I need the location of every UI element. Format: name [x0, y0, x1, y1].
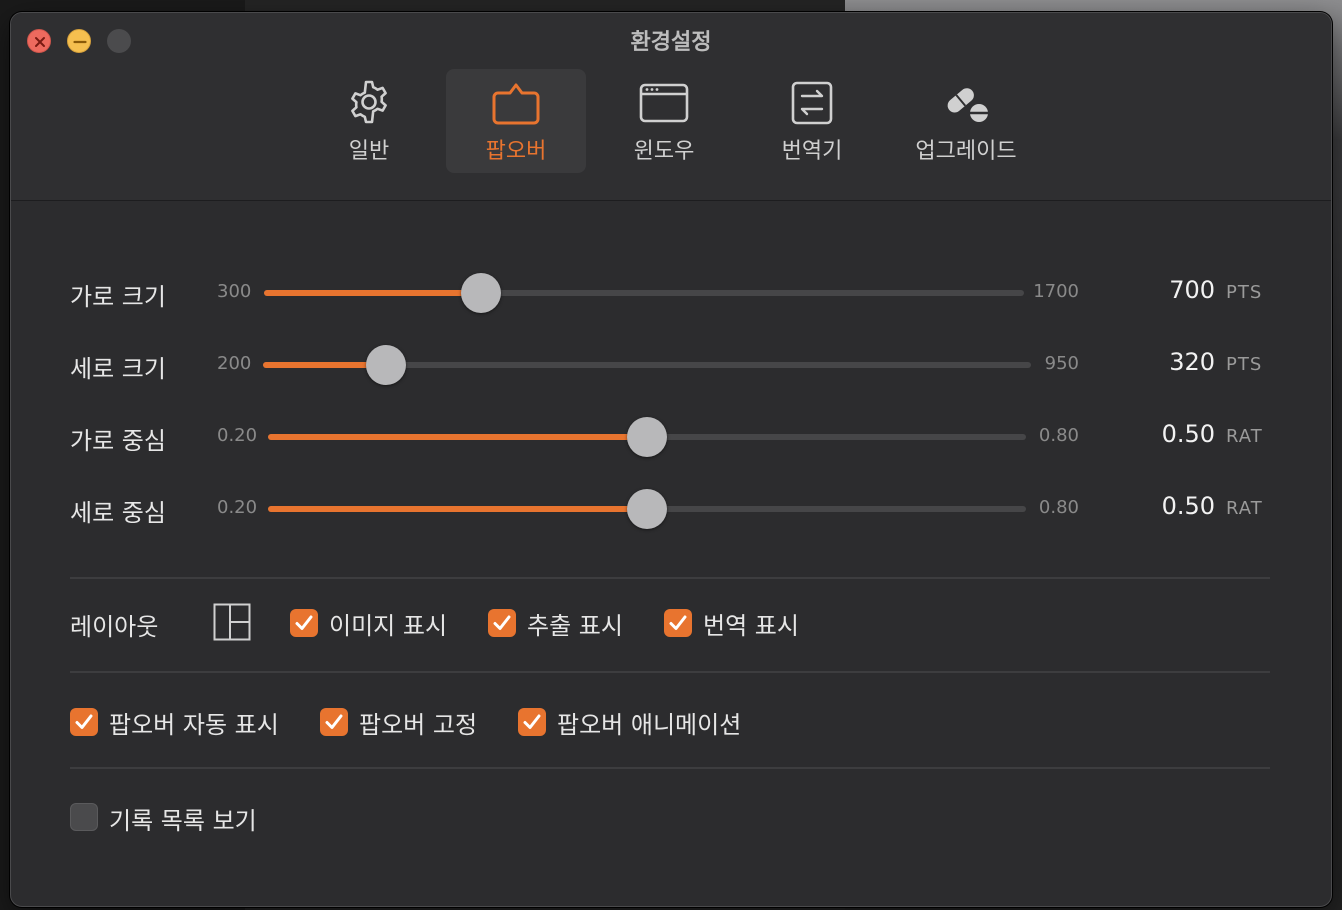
tab-general[interactable]: 일반: [309, 69, 429, 173]
show-extract-checkbox[interactable]: [488, 609, 516, 637]
horizontal-center-slider-fill: [268, 434, 647, 440]
width-slider-unit: PTS: [1226, 282, 1263, 303]
horizontal-center-slider-value: 0.50: [1161, 420, 1215, 448]
tab-upgrade[interactable]: 업그레이드: [898, 69, 1034, 173]
vertical-center-slider-value: 0.50: [1161, 492, 1215, 520]
show-extract-label: 추출 표시: [527, 612, 623, 640]
popover-pin-checkbox[interactable]: [320, 708, 348, 736]
show-translation-checkbox[interactable]: [664, 609, 692, 637]
tab-window[interactable]: 윈도우: [604, 69, 724, 173]
divider: [70, 577, 1270, 579]
horizontal-center-slider-min: 0.20: [217, 425, 258, 446]
height-slider-value: 320: [1169, 348, 1215, 376]
checkmark-icon: [669, 615, 687, 630]
vertical-center-slider-thumb[interactable]: [627, 489, 667, 529]
checkmark-icon: [325, 714, 343, 729]
horizontal-center-slider-max: 0.80: [1038, 425, 1079, 446]
tab-window-label: 윈도우: [633, 139, 695, 164]
horizontal-center-slider-label: 가로 중심: [70, 427, 166, 455]
layout-grid-icon[interactable]: [213, 603, 251, 641]
checkmark-icon: [493, 615, 511, 630]
popover-pin-label: 팝오버 고정: [359, 711, 478, 739]
gear-icon: [351, 80, 387, 124]
tab-translator-label: 번역기: [781, 139, 843, 164]
width-slider-value: 700: [1169, 276, 1215, 304]
tab-popover[interactable]: 팝오버: [446, 69, 586, 173]
toolbar: 환경설정 일반 팝오버 윈도우 번역기 업그레이드: [11, 13, 1331, 201]
height-slider[interactable]: [263, 345, 1031, 385]
height-slider-max: 950: [1044, 353, 1079, 374]
window-title: 환경설정: [630, 30, 712, 55]
vertical-center-slider-max: 0.80: [1038, 497, 1079, 518]
show-translation-label: 번역 표시: [703, 612, 799, 640]
popover-auto-show-checkbox[interactable]: [70, 708, 98, 736]
popover-auto-show-label: 팝오버 자동 표시: [109, 711, 279, 739]
horizontal-center-slider[interactable]: [268, 417, 1026, 457]
show-image-checkbox[interactable]: [290, 609, 318, 637]
popover-icon: [492, 83, 540, 125]
history-list-checkbox[interactable]: [70, 803, 98, 831]
width-slider[interactable]: [264, 273, 1024, 313]
height-slider-label: 세로 크기: [70, 355, 166, 383]
tab-translator[interactable]: 번역기: [752, 69, 872, 173]
history-list-label: 기록 목록 보기: [109, 807, 257, 835]
checkmark-icon: [523, 714, 541, 729]
width-slider-label: 가로 크기: [70, 283, 166, 311]
vertical-center-slider-min: 0.20: [217, 497, 258, 518]
popover-animation-checkbox[interactable]: [518, 708, 546, 736]
window-icon: [639, 83, 689, 123]
divider: [70, 767, 1270, 769]
show-image-label: 이미지 표시: [329, 612, 448, 640]
width-slider-min: 300: [217, 281, 252, 302]
width-slider-max: 1700: [1033, 281, 1079, 302]
horizontal-center-slider-unit: RAT: [1226, 426, 1263, 447]
tab-upgrade-label: 업그레이드: [915, 139, 1017, 164]
checkmark-icon: [295, 615, 313, 630]
height-slider-unit: PTS: [1226, 354, 1263, 375]
tab-popover-label: 팝오버: [485, 139, 547, 164]
horizontal-center-slider-thumb[interactable]: [627, 417, 667, 457]
vertical-center-slider[interactable]: [268, 489, 1026, 529]
tab-general-label: 일반: [348, 139, 390, 164]
vertical-center-slider-fill: [268, 506, 647, 512]
vertical-center-slider-unit: RAT: [1226, 498, 1263, 519]
height-slider-thumb[interactable]: [365, 345, 406, 385]
pills-icon: [947, 88, 989, 122]
layout-label: 레이아웃: [70, 613, 159, 641]
vertical-center-slider-label: 세로 중심: [70, 499, 166, 527]
width-slider-fill: [264, 290, 482, 296]
checkmark-icon: [75, 714, 93, 729]
divider: [70, 671, 1270, 673]
preferences-window: 환경설정 일반 팝오버 윈도우 번역기 업그레이드 가로 크기 300 1700…: [10, 12, 1332, 907]
translate-icon: [791, 81, 833, 125]
height-slider-min: 200: [217, 353, 252, 374]
popover-animation-label: 팝오버 애니메이션: [557, 711, 742, 739]
width-slider-thumb[interactable]: [461, 273, 502, 313]
